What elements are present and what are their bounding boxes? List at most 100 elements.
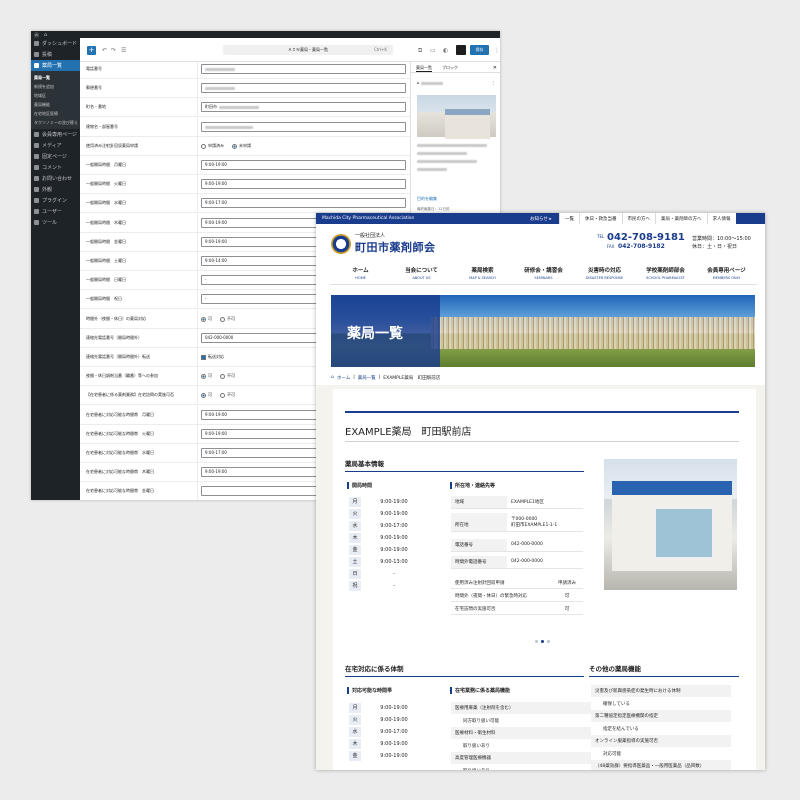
sidebar-item[interactable]: メディア (31, 140, 80, 151)
text-field[interactable] (201, 64, 406, 74)
edit-link[interactable]: 目的を編集 (417, 196, 437, 202)
radio-button[interactable] (220, 373, 225, 379)
slider-dot-active[interactable] (541, 640, 544, 643)
extra-key: 時間外（夜間・休日）の緊急時対応 (455, 593, 527, 599)
sidebar-item[interactable]: ダッシュボード (31, 38, 80, 49)
undo-icon[interactable]: ↶ (102, 47, 107, 54)
radio-option[interactable]: 不可 (220, 316, 235, 322)
redo-icon[interactable]: ↷ (111, 47, 116, 54)
nav-item[interactable]: ホーム HOME (330, 263, 391, 284)
checkbox[interactable]: 転送対応 (201, 354, 224, 360)
news-link[interactable]: お知らせ ▸ (530, 216, 552, 222)
radio-option[interactable]: 可 (201, 373, 212, 379)
featured-image[interactable] (417, 95, 496, 139)
radio-button[interactable] (201, 392, 206, 398)
sidebar-item[interactable]: コメント (31, 162, 80, 173)
location-value: 042-000-0000 (507, 556, 547, 568)
submenu-item[interactable]: 新規を追加 (31, 82, 80, 91)
sidebar-item[interactable]: 固定ページ (31, 151, 80, 162)
more-icon[interactable]: ⋮ (491, 80, 495, 85)
radio-option[interactable]: 可 (201, 316, 212, 322)
tab-block[interactable]: ブロック (442, 65, 458, 71)
hours-row: 月 9:00-19:00 (345, 496, 415, 508)
more-options-icon[interactable]: ⋮ (494, 47, 500, 54)
radio-button[interactable] (201, 143, 206, 149)
radio-button[interactable] (220, 392, 225, 398)
document-title-bar[interactable]: ＡＩＮ薬局・薬局一覧 Ctrl+K (223, 45, 393, 55)
nav-item[interactable]: 研修会・講習会 SEMINARS (513, 263, 574, 284)
radio-option[interactable]: 可 (201, 392, 212, 398)
tel-label: TEL (597, 234, 605, 239)
sidebar-item[interactable]: ユーザー (31, 206, 80, 217)
location-key: 所在地 (451, 513, 507, 531)
external-link-icon[interactable]: ⧉ (418, 47, 422, 55)
text-field[interactable]: 9:00-19:00 (201, 160, 406, 170)
field-value: 町田市 (205, 104, 217, 109)
submenu-item[interactable]: 薬局一覧 (31, 73, 80, 82)
header-link[interactable]: 求人情報 (706, 213, 736, 224)
submenu-item[interactable]: 在宅地区医療 (31, 109, 80, 118)
radio-option[interactable]: 不可 (220, 373, 235, 379)
radio-option[interactable]: 未申請 (232, 143, 251, 149)
row-separator (197, 156, 198, 174)
sidebar-item[interactable]: プラグイン (31, 195, 80, 206)
style-icon[interactable]: ◐ (443, 47, 448, 54)
site-logo[interactable]: 一般社団法人 町田市薬剤師会 (331, 232, 436, 255)
nav-item[interactable]: 会員専用ページ MEMBERS ONLY (696, 263, 757, 284)
tel-number[interactable]: 042-708-9181 (607, 232, 685, 243)
breadcrumb-home[interactable]: ホーム (337, 375, 350, 381)
excerpt-blur (417, 142, 487, 147)
radio-button[interactable] (220, 316, 225, 322)
save-button[interactable]: 保存 (470, 45, 489, 55)
text-field[interactable] (201, 122, 406, 132)
text-field[interactable] (201, 83, 406, 93)
nav-item[interactable]: 当会について ABOUT US (391, 263, 452, 284)
breadcrumb-list[interactable]: 薬局一覧 (358, 375, 376, 381)
header-link[interactable]: 休日・救急当番 (579, 213, 622, 224)
sidebar-item[interactable]: お問い合わせ (31, 173, 80, 184)
location-row: 所在地 〒000-0000 町田市EXAMPLE1-1-1 (451, 513, 583, 532)
header-link[interactable]: 市民の方へ (621, 213, 656, 224)
radio-button[interactable] (232, 143, 237, 149)
radio-option[interactable]: 不可 (220, 392, 235, 398)
submenu-item[interactable]: 薬局機能 (31, 100, 80, 109)
sidebar-item[interactable]: ツール (31, 217, 80, 228)
checkbox-box[interactable] (201, 354, 206, 360)
list-view-icon[interactable]: ☰ (121, 47, 126, 54)
text-field[interactable]: 町田市 (201, 102, 406, 112)
slider-dots[interactable] (535, 640, 550, 643)
radio-option[interactable]: 申請済み (201, 143, 224, 149)
sidebar-item[interactable]: 薬局一覧 (31, 60, 80, 71)
sidebar-item[interactable]: 会員専用ページ (31, 129, 80, 140)
hours-row: 月 9:00-19:00 (345, 702, 415, 714)
blurred-text (219, 105, 259, 109)
close-icon[interactable]: ✕ (493, 65, 497, 71)
text-field[interactable]: 9:00-17:00 (201, 198, 406, 208)
radio-button[interactable] (201, 373, 206, 379)
nav-item[interactable]: 災害時の対応 DISASTER RESPONSE (574, 263, 635, 284)
nav-item[interactable]: 学校薬剤師部会 SCHOOL PHARMACIST (635, 263, 696, 284)
tab-page[interactable]: 薬局一覧 (416, 65, 432, 72)
extra-value: 可 (564, 606, 570, 612)
header-link[interactable]: 一覧 (559, 213, 579, 224)
preview-icon[interactable]: ▭ (430, 47, 436, 54)
add-block-button[interactable]: + (87, 46, 96, 55)
nav-item[interactable]: 薬局検索 MAP & SEARCH (452, 263, 513, 284)
submenu-item[interactable]: 地域区 (31, 91, 80, 100)
radio-button[interactable] (201, 316, 206, 322)
header-link[interactable]: 薬局・薬剤師の方へ (655, 213, 707, 224)
settings-panel-toggle[interactable] (456, 45, 466, 55)
nav-label-en: MAP & SEARCH (469, 276, 496, 280)
row-separator (197, 194, 198, 212)
sidebar-item[interactable]: 外観 (31, 184, 80, 195)
field-label: 連絡先電話番号（開局時間外） (86, 335, 142, 340)
sidebar-item-label: 会員専用ページ (42, 132, 77, 138)
basic-info-heading: 薬局基本情報 (345, 460, 384, 468)
slider-dot[interactable] (547, 640, 550, 643)
radio-label: 申請済み (208, 143, 224, 148)
slider-dot[interactable] (535, 640, 538, 643)
sidebar-item[interactable]: 投稿 (31, 49, 80, 60)
text-field[interactable]: 9:00-19:00 (201, 179, 406, 189)
panel-tabs: 薬局一覧 ブロック ✕ (411, 62, 500, 73)
submenu-item[interactable]: タクソノミーの並び替え (31, 118, 80, 127)
